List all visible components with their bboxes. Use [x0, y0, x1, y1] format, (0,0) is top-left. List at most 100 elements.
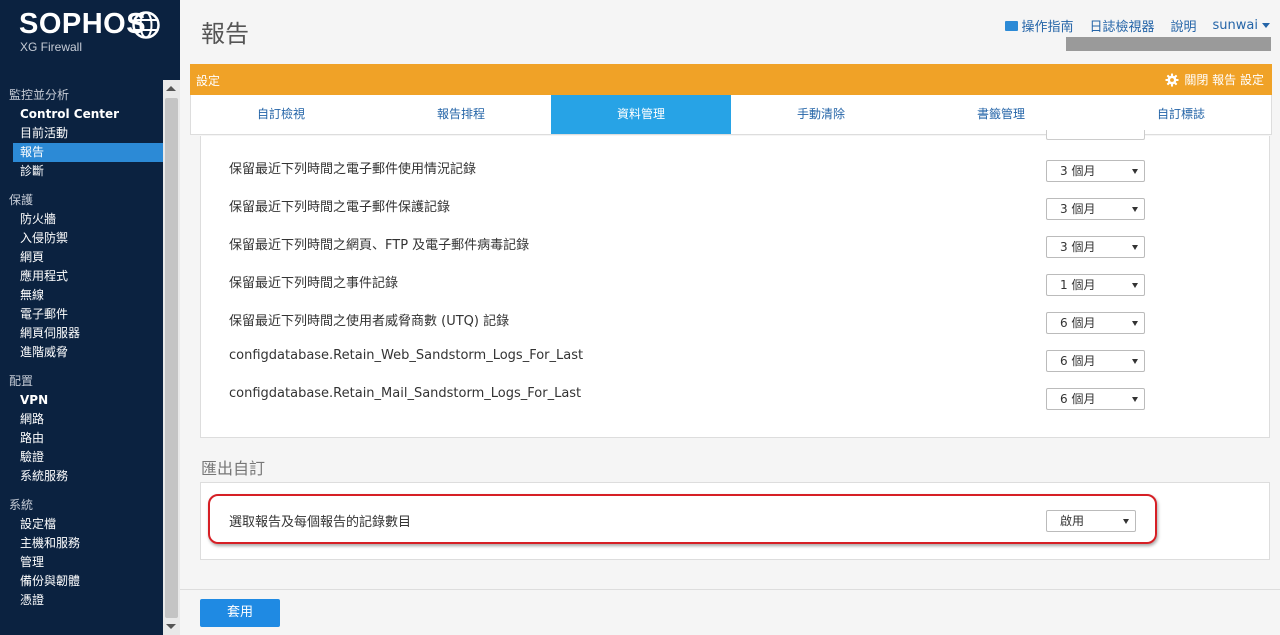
settings-bar: 設定 關閉 報告 設定 — [190, 64, 1272, 95]
sidebar-item[interactable]: 驗證 — [0, 448, 163, 467]
tab[interactable]: 手動清除 — [731, 95, 911, 134]
sidebar-scrollbar[interactable] — [163, 80, 180, 635]
log-viewer-link[interactable]: 日誌檢視器 — [1090, 16, 1155, 35]
dropdown-arrow-icon — [1132, 359, 1138, 364]
nav-gap — [0, 181, 163, 191]
retention-dropdown-value: 6 個月 — [1060, 354, 1096, 368]
export-label: 選取報告及每個報告的記錄數目 — [229, 515, 412, 530]
dropdown-arrow-icon — [1132, 397, 1138, 402]
guide-link[interactable]: 操作指南 — [1005, 16, 1074, 35]
sidebar-item[interactable]: 目前活動 — [0, 124, 163, 143]
sidebar-item[interactable]: 報告 — [13, 143, 163, 162]
top-links: 操作指南 日誌檢視器 說明 sunwai — [989, 16, 1270, 35]
sidebar-item[interactable]: 備份與韌體 — [0, 572, 163, 591]
retention-dropdown-value: 1 個月 — [1060, 278, 1096, 292]
sidebar-item[interactable]: 系統服務 — [0, 467, 163, 486]
sidebar-item[interactable]: 無線 — [0, 286, 163, 305]
retention-dropdown-value: 6 個月 — [1060, 316, 1096, 330]
video-camera-icon — [1005, 21, 1019, 31]
export-dropdown-value: 啟用 — [1060, 514, 1085, 528]
retention-row: configdatabase.Retain_Mail_Sandstorm_Log… — [201, 380, 1269, 418]
scroll-up-icon[interactable] — [166, 86, 176, 91]
retention-row: 保留最近下列時間之電子郵件保護記錄 3 個月 — [201, 190, 1269, 228]
close-settings-button[interactable]: 關閉 報告 設定 — [1165, 71, 1264, 88]
sidebar-item[interactable]: VPN — [0, 391, 163, 410]
sidebar-item[interactable]: 網路 — [0, 410, 163, 429]
scroll-down-icon[interactable] — [166, 624, 176, 629]
sidebar-item[interactable]: Control Center — [0, 105, 163, 124]
user-name: sunwai — [1212, 18, 1258, 33]
sidebar-item[interactable]: 診斷 — [0, 162, 163, 181]
globe-icon — [132, 11, 160, 39]
tab[interactable]: 書籤管理 — [911, 95, 1091, 134]
retention-label: 保留最近下列時間之電子郵件保護記錄 — [229, 200, 451, 215]
retention-label: configdatabase.Retain_Mail_Sandstorm_Log… — [229, 386, 582, 401]
retention-dropdown[interactable]: 6 個月 — [1046, 350, 1145, 372]
retention-row: 保留最近下列時間之網頁、FTP 及電子郵件病毒記錄 3 個月 — [201, 228, 1269, 266]
help-link[interactable]: 說明 — [1171, 16, 1197, 35]
sidebar-item[interactable]: 憑證 — [0, 591, 163, 610]
brand-name: SOPHOS — [19, 8, 147, 40]
page-title: 報告 — [201, 20, 249, 48]
retention-label: 保留最近下列時間之網頁、FTP 及電子郵件病毒記錄 — [229, 238, 530, 253]
sidebar-item[interactable]: 防火牆 — [0, 210, 163, 229]
gear-icon — [1165, 72, 1179, 87]
caret-down-icon — [1262, 23, 1270, 28]
retention-dropdown[interactable]: 1 個月 — [1046, 274, 1145, 296]
dropdown-arrow-icon — [1132, 207, 1138, 212]
partial-dropdown[interactable] — [1046, 130, 1145, 140]
sidebar: SOPHOS XG Firewall 監控並分析 Control Center 目前… — [0, 0, 180, 635]
sidebar-item[interactable]: 入侵防禦 — [0, 229, 163, 248]
sidebar-item[interactable]: 電子郵件 — [0, 305, 163, 324]
sidebar-item[interactable]: 網頁 — [0, 248, 163, 267]
export-section-title: 匯出自訂 — [201, 459, 266, 478]
dropdown-arrow-icon — [1123, 519, 1129, 524]
guide-label: 操作指南 — [1021, 20, 1074, 35]
sidebar-item[interactable]: 應用程式 — [0, 267, 163, 286]
export-dropdown[interactable]: 啟用 — [1046, 510, 1136, 532]
nav-section-title: 系統 — [9, 498, 34, 512]
nav-section-title: 監控並分析 — [9, 88, 70, 102]
retention-row: configdatabase.Retain_Web_Sandstorm_Logs… — [201, 342, 1269, 380]
redacted-bar — [1066, 37, 1271, 51]
retention-dropdown-value: 3 個月 — [1060, 202, 1096, 216]
sidebar-item[interactable]: 路由 — [0, 429, 163, 448]
tab[interactable]: 資料管理 — [551, 95, 731, 134]
retention-dropdown[interactable]: 3 個月 — [1046, 236, 1145, 258]
retention-dropdown[interactable]: 3 個月 — [1046, 160, 1145, 182]
export-panel: 選取報告及每個報告的記錄數目 啟用 — [200, 482, 1270, 560]
retention-dropdown-value: 3 個月 — [1060, 240, 1096, 254]
tab[interactable]: 自訂檢視 — [191, 95, 371, 134]
user-menu[interactable]: sunwai — [1213, 18, 1270, 33]
sidebar-item[interactable]: 主機和服務 — [0, 534, 163, 553]
dropdown-arrow-icon — [1132, 169, 1138, 174]
product-name: XG Firewall — [20, 40, 83, 54]
sidebar-item[interactable]: 管理 — [0, 553, 163, 572]
tab[interactable]: 自訂標誌 — [1091, 95, 1271, 134]
retention-panel: 保留最近下列時間之電子郵件使用情況記錄 3 個月 保留最近下列時間之電子郵件保護記錄… — [200, 130, 1270, 438]
retention-dropdown[interactable]: 3 個月 — [1046, 198, 1145, 220]
retention-label: 保留最近下列時間之電子郵件使用情況記錄 — [229, 162, 477, 177]
scrollbar-thumb[interactable] — [165, 98, 178, 618]
nav-gap — [0, 362, 163, 372]
sidebar-item[interactable]: 網頁伺服器 — [0, 324, 163, 343]
nav-section-title: 保護 — [9, 193, 34, 207]
brand-logo: SOPHOS XG Firewall — [0, 0, 180, 80]
tab-bar: 自訂檢視 報告排程 資料管理 手動清除 書籤管理 自訂標誌 — [190, 95, 1272, 135]
sidebar-item[interactable]: 進階威脅 — [0, 343, 163, 362]
tab[interactable]: 報告排程 — [371, 95, 551, 134]
sidebar-item[interactable]: 設定檔 — [0, 515, 163, 534]
settings-bar-label: 設定 — [196, 74, 221, 88]
retention-label: configdatabase.Retain_Web_Sandstorm_Logs… — [229, 348, 584, 363]
retention-dropdown[interactable]: 6 個月 — [1046, 312, 1145, 334]
dropdown-arrow-icon — [1132, 283, 1138, 288]
retention-dropdown[interactable]: 6 個月 — [1046, 388, 1145, 410]
footer-divider — [180, 589, 1280, 590]
retention-row: 保留最近下列時間之事件記錄 1 個月 — [201, 266, 1269, 304]
nav-gap — [0, 486, 163, 496]
sidebar-nav: 監控並分析 Control Center 目前活動 報告 診斷保護防火牆 入侵防禦 網頁 應用… — [0, 86, 163, 635]
dropdown-arrow-icon — [1132, 245, 1138, 250]
apply-button[interactable]: 套用 — [200, 599, 280, 627]
retention-row: 保留最近下列時間之使用者威脅商數 (UTQ) 記錄 6 個月 — [201, 304, 1269, 342]
retention-label: 保留最近下列時間之事件記錄 — [229, 276, 399, 291]
